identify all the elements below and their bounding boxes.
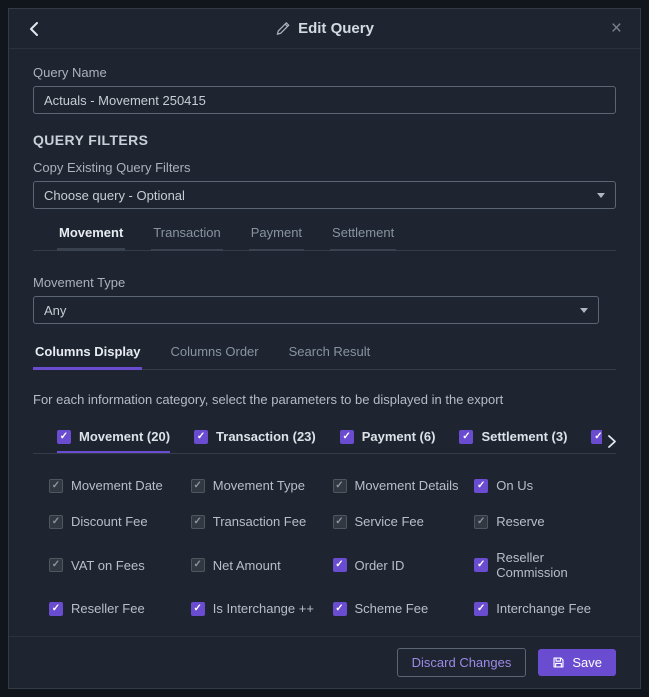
category-toggle[interactable]: Transaction (23) (194, 429, 316, 453)
copy-query-dropdown[interactable]: Choose query - Optional (33, 181, 616, 209)
discard-changes-button[interactable]: Discard Changes (397, 648, 527, 677)
save-icon (552, 656, 565, 669)
parameter-label: Reseller Commission (496, 550, 616, 580)
scroll-right-button[interactable] (602, 429, 618, 453)
copy-filters-label: Copy Existing Query Filters (33, 160, 616, 175)
category-toggle[interactable]: Settlement (3) (459, 429, 567, 453)
parameter-label: Interchange Fee (496, 601, 591, 616)
parameter-checkbox[interactable]: Net Amount (191, 550, 333, 580)
parameter-checkbox[interactable]: On Us (474, 478, 616, 493)
query-name-input[interactable] (33, 86, 616, 114)
display-tab[interactable]: Columns Order (168, 344, 260, 370)
parameter-label: Movement Type (213, 478, 305, 493)
checkbox-icon (49, 602, 63, 616)
filter-category-tab[interactable]: Movement (57, 225, 125, 251)
checkbox-icon (333, 479, 347, 493)
filter-category-tab[interactable]: Settlement (330, 225, 396, 251)
filter-category-tabs: Movement Transaction Payment Settlement (33, 225, 616, 251)
parameter-checkbox[interactable]: Reserve (474, 514, 616, 529)
pencil-icon (275, 21, 290, 36)
parameter-label: Reseller Fee (71, 601, 145, 616)
display-tab[interactable]: Columns Display (33, 344, 142, 370)
parameter-checkbox[interactable]: Interchange Fee (474, 601, 616, 616)
parameter-label: Order ID (355, 558, 405, 573)
checkbox-icon (474, 558, 488, 572)
edit-query-modal: Edit Query × Query Name QUERY FILTERS Co… (8, 8, 641, 689)
checkbox-icon (49, 558, 63, 572)
filter-category-tab[interactable]: Payment (249, 225, 304, 251)
parameter-label: Is Interchange ++ (213, 601, 314, 616)
category-label: Movement (20) (79, 429, 170, 444)
checkbox-icon (191, 558, 205, 572)
parameter-label: On Us (496, 478, 533, 493)
checkbox-icon (49, 479, 63, 493)
parameter-label: Discount Fee (71, 514, 148, 529)
parameter-checkbox[interactable]: Reseller Fee (49, 601, 191, 616)
query-name-label: Query Name (33, 65, 616, 80)
chevron-right-icon (608, 435, 616, 448)
checkbox-icon (49, 515, 63, 529)
checkbox-icon (333, 558, 347, 572)
query-filters-heading: QUERY FILTERS (33, 132, 616, 148)
parameter-label: Service Fee (355, 514, 424, 529)
parameter-label: Movement Date (71, 478, 163, 493)
parameter-checkbox[interactable]: Movement Type (191, 478, 333, 493)
checkbox-icon (333, 602, 347, 616)
save-label: Save (572, 655, 602, 670)
chevron-down-icon (580, 308, 588, 313)
back-button[interactable] (23, 18, 44, 40)
category-label: Payment (6) (362, 429, 436, 444)
category-toggle[interactable]: Movement (20) (57, 429, 170, 453)
chevron-left-icon (29, 22, 38, 36)
modal-title-wrap: Edit Query (275, 20, 374, 37)
save-button[interactable]: Save (538, 649, 616, 676)
parameter-checkbox[interactable]: Is Interchange ++ (191, 601, 333, 616)
checkbox-icon (459, 430, 473, 444)
checkbox-icon (474, 515, 488, 529)
modal-header: Edit Query × (9, 9, 640, 49)
category-toggle[interactable]: Payment (6) (340, 429, 436, 453)
category-checkbox-bar: Movement (20) Transaction (23) Payment (… (33, 429, 616, 454)
checkbox-icon (191, 479, 205, 493)
modal-footer: Discard Changes Save (9, 636, 640, 688)
modal-body: Query Name QUERY FILTERS Copy Existing Q… (9, 49, 640, 636)
filter-category-tab[interactable]: Transaction (151, 225, 222, 251)
display-tab[interactable]: Search Result (287, 344, 373, 370)
parameter-checkbox[interactable]: Movement Date (49, 478, 191, 493)
movement-type-label: Movement Type (33, 275, 616, 290)
parameter-checkbox[interactable]: Transaction Fee (191, 514, 333, 529)
page-title: Edit Query (298, 20, 374, 37)
checkbox-icon (194, 430, 208, 444)
parameter-label: Scheme Fee (355, 601, 429, 616)
category-label: Transaction (23) (216, 429, 316, 444)
close-icon[interactable]: × (607, 17, 626, 40)
parameter-checkbox[interactable]: Movement Details (333, 478, 475, 493)
instruction-text: For each information category, select th… (33, 392, 616, 407)
parameter-label: Reserve (496, 514, 544, 529)
parameter-checkbox[interactable]: Service Fee (333, 514, 475, 529)
display-tabs: Columns Display Columns Order Search Res… (33, 344, 616, 370)
checkbox-icon (191, 515, 205, 529)
parameter-checkbox[interactable]: Order ID (333, 550, 475, 580)
movement-type-dropdown-value: Any (44, 303, 66, 318)
checkbox-icon (57, 430, 71, 444)
movement-type-dropdown[interactable]: Any (33, 296, 599, 324)
parameter-checkbox[interactable]: VAT on Fees (49, 550, 191, 580)
parameter-label: VAT on Fees (71, 558, 145, 573)
parameter-label: Movement Details (355, 478, 459, 493)
copy-query-dropdown-value: Choose query - Optional (44, 188, 185, 203)
parameters-grid: Movement Date Movement Type Movement Det… (33, 478, 616, 636)
parameter-checkbox[interactable]: Reseller Commission (474, 550, 616, 580)
parameter-checkbox[interactable]: Discount Fee (49, 514, 191, 529)
parameter-checkbox[interactable]: Scheme Fee (333, 601, 475, 616)
checkbox-icon (474, 479, 488, 493)
checkbox-icon (474, 602, 488, 616)
parameter-label: Transaction Fee (213, 514, 306, 529)
checkbox-icon (340, 430, 354, 444)
parameter-label: Net Amount (213, 558, 281, 573)
checkbox-icon (333, 515, 347, 529)
category-label: Settlement (3) (481, 429, 567, 444)
chevron-down-icon (597, 193, 605, 198)
checkbox-icon (191, 602, 205, 616)
